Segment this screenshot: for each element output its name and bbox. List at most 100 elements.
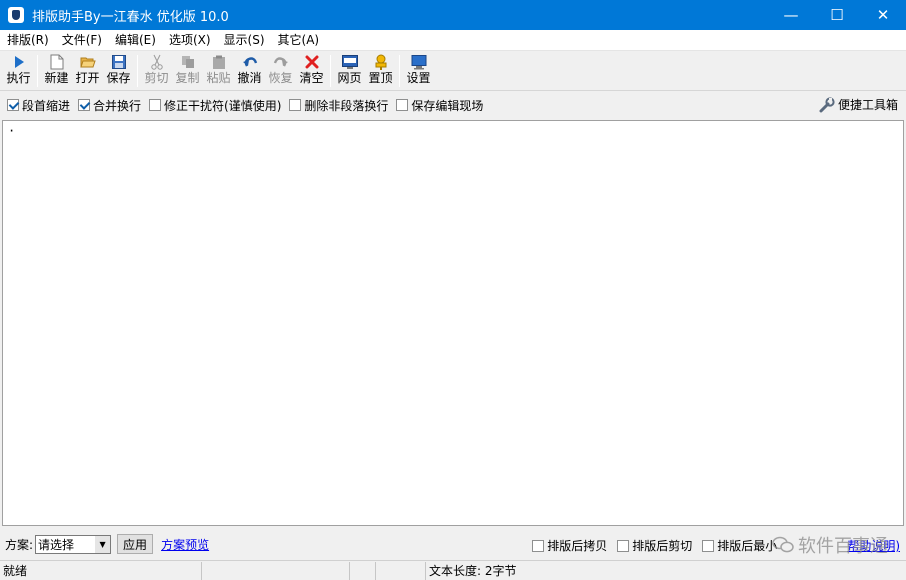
after-cut-option[interactable]: 排版后剪切 (617, 537, 692, 554)
indent-option[interactable]: 段首缩进 (7, 97, 70, 114)
app-icon[interactable] (8, 7, 24, 23)
scissors-icon (149, 54, 165, 70)
fix-checkbox[interactable] (149, 99, 162, 111)
redo-label: 恢复 (268, 71, 293, 85)
watermark-text: 软件百事通 (798, 536, 888, 557)
keep-scene-checkbox[interactable] (396, 99, 409, 111)
chevron-down-icon[interactable]: ▼ (95, 535, 111, 553)
indent-checkbox[interactable] (7, 99, 19, 111)
cut-label: 剪切 (144, 71, 169, 85)
save-button[interactable]: 保存 (103, 51, 134, 89)
maximize-button[interactable]: ☐ (814, 0, 860, 30)
status-cell-3 (350, 561, 376, 580)
new-button[interactable]: 新建 (41, 51, 72, 89)
floppy-disk-icon (111, 54, 127, 70)
status-cell-2 (202, 561, 350, 580)
menu-options[interactable]: 选项(X) (162, 30, 217, 51)
fix-label: 修正干扰符(谨慎使用) (164, 98, 282, 113)
close-button[interactable]: ✕ (860, 0, 906, 30)
after-minimize-option[interactable]: 排版后最小 (702, 537, 777, 554)
folder-open-icon (79, 54, 96, 70)
apply-button[interactable]: 应用 (117, 534, 154, 554)
menu-other[interactable]: 其它(A) (271, 30, 326, 51)
red-x-icon (304, 54, 320, 70)
menu-edit[interactable]: 编辑(E) (108, 30, 162, 51)
after-copy-label: 排版后拷贝 (547, 539, 608, 553)
clear-button[interactable]: 清空 (296, 51, 327, 89)
pin-top-button[interactable]: 置顶 (365, 51, 396, 89)
text-editor[interactable]: · (2, 120, 904, 526)
merge-checkbox[interactable] (78, 99, 91, 111)
menu-format[interactable]: 排版(R) (0, 30, 55, 51)
copy-label: 复制 (175, 71, 200, 85)
toolbar-separator (37, 55, 38, 87)
menu-bar: 排版(R) 文件(F) 编辑(E) 选项(X) 显示(S) 其它(A) (0, 30, 906, 51)
window-title: 排版助手By一江春水 优化版 10.0 (32, 9, 229, 25)
paste-button[interactable]: 粘贴 (203, 51, 234, 89)
play-icon (11, 54, 27, 70)
run-button[interactable]: 执行 (3, 51, 34, 89)
redo-icon (273, 54, 289, 70)
undo-button[interactable]: 撤消 (234, 51, 265, 89)
run-label: 执行 (6, 71, 31, 85)
toolbox-button[interactable]: 便捷工具箱 (819, 96, 898, 113)
settings-button[interactable]: 设置 (403, 51, 434, 89)
new-document-icon (49, 54, 65, 70)
options-bar: 段首缩进 合并换行 修正干扰符(谨慎使用) 删除非段落换行 保存编辑现场 便捷工… (0, 92, 906, 118)
wrench-icon (819, 96, 835, 113)
merge-option[interactable]: 合并换行 (78, 97, 141, 114)
cut-button[interactable]: 剪切 (141, 51, 172, 89)
toolbox-label: 便捷工具箱 (837, 98, 898, 112)
redo-button[interactable]: 恢复 (265, 51, 296, 89)
copy-button[interactable]: 复制 (172, 51, 203, 89)
wechat-icon (772, 536, 794, 554)
pin-top-label: 置顶 (368, 71, 393, 85)
editor-content: · (8, 124, 16, 138)
undo-icon (242, 54, 258, 70)
keep-scene-label: 保存编辑现场 (411, 98, 484, 113)
after-minimize-label: 排版后最小 (717, 539, 778, 553)
copy-icon (180, 54, 196, 70)
settings-label: 设置 (406, 71, 431, 85)
clipboard-icon (211, 54, 227, 70)
indent-label: 段首缩进 (22, 98, 71, 113)
title-bar: 排版助手By一江春水 优化版 10.0 — ☐ ✕ (0, 0, 906, 30)
scheme-selected: 请选择 (38, 537, 75, 552)
monitor-icon (411, 54, 427, 70)
scheme-select[interactable]: 请选择 ▼ (35, 534, 112, 554)
status-bar: 就绪 文本长度: 2字节 (0, 560, 906, 580)
paste-label: 粘贴 (206, 71, 231, 85)
after-cut-checkbox[interactable] (617, 539, 630, 552)
html-icon (341, 54, 358, 70)
after-copy-checkbox[interactable] (532, 539, 545, 552)
menu-view[interactable]: 显示(S) (217, 30, 271, 51)
pin-icon (373, 54, 389, 70)
after-cut-label: 排版后剪切 (632, 539, 693, 553)
menu-file[interactable]: 文件(F) (55, 30, 108, 51)
clear-label: 清空 (299, 71, 324, 85)
scheme-bar: 方案: 请选择 ▼ 应用 方案预览 排版后拷贝 排版后剪切 排版后最小 帮助说明… (0, 529, 906, 559)
watermark: 软件百事通 (772, 532, 888, 558)
keep-scene-option[interactable]: 保存编辑现场 (396, 97, 483, 114)
status-ready: 就绪 (0, 561, 202, 580)
status-cell-4 (376, 561, 426, 580)
delete-breaks-label: 删除非段落换行 (304, 98, 389, 113)
toolbar-separator (137, 55, 138, 87)
save-label: 保存 (106, 71, 131, 85)
delete-breaks-option[interactable]: 删除非段落换行 (289, 97, 388, 114)
web-button[interactable]: 网页 (334, 51, 365, 89)
scheme-preview-link[interactable]: 方案预览 (161, 536, 209, 553)
scheme-label: 方案: (5, 537, 34, 552)
web-label: 网页 (337, 71, 362, 85)
fix-option[interactable]: 修正干扰符(谨慎使用) (149, 97, 281, 114)
undo-label: 撤消 (237, 71, 262, 85)
open-button[interactable]: 打开 (72, 51, 103, 89)
after-minimize-checkbox[interactable] (702, 539, 715, 552)
toolbar-separator (330, 55, 331, 87)
toolbar: 执行 新建 打开 保存 剪切 复制 粘贴 撤消 恢复 清空 网页 置顶 设置 (0, 51, 906, 91)
minimize-button[interactable]: — (768, 0, 814, 30)
after-copy-option[interactable]: 排版后拷贝 (532, 537, 607, 554)
delete-breaks-checkbox[interactable] (289, 99, 302, 111)
toolbar-separator (399, 55, 400, 87)
new-label: 新建 (44, 71, 69, 85)
